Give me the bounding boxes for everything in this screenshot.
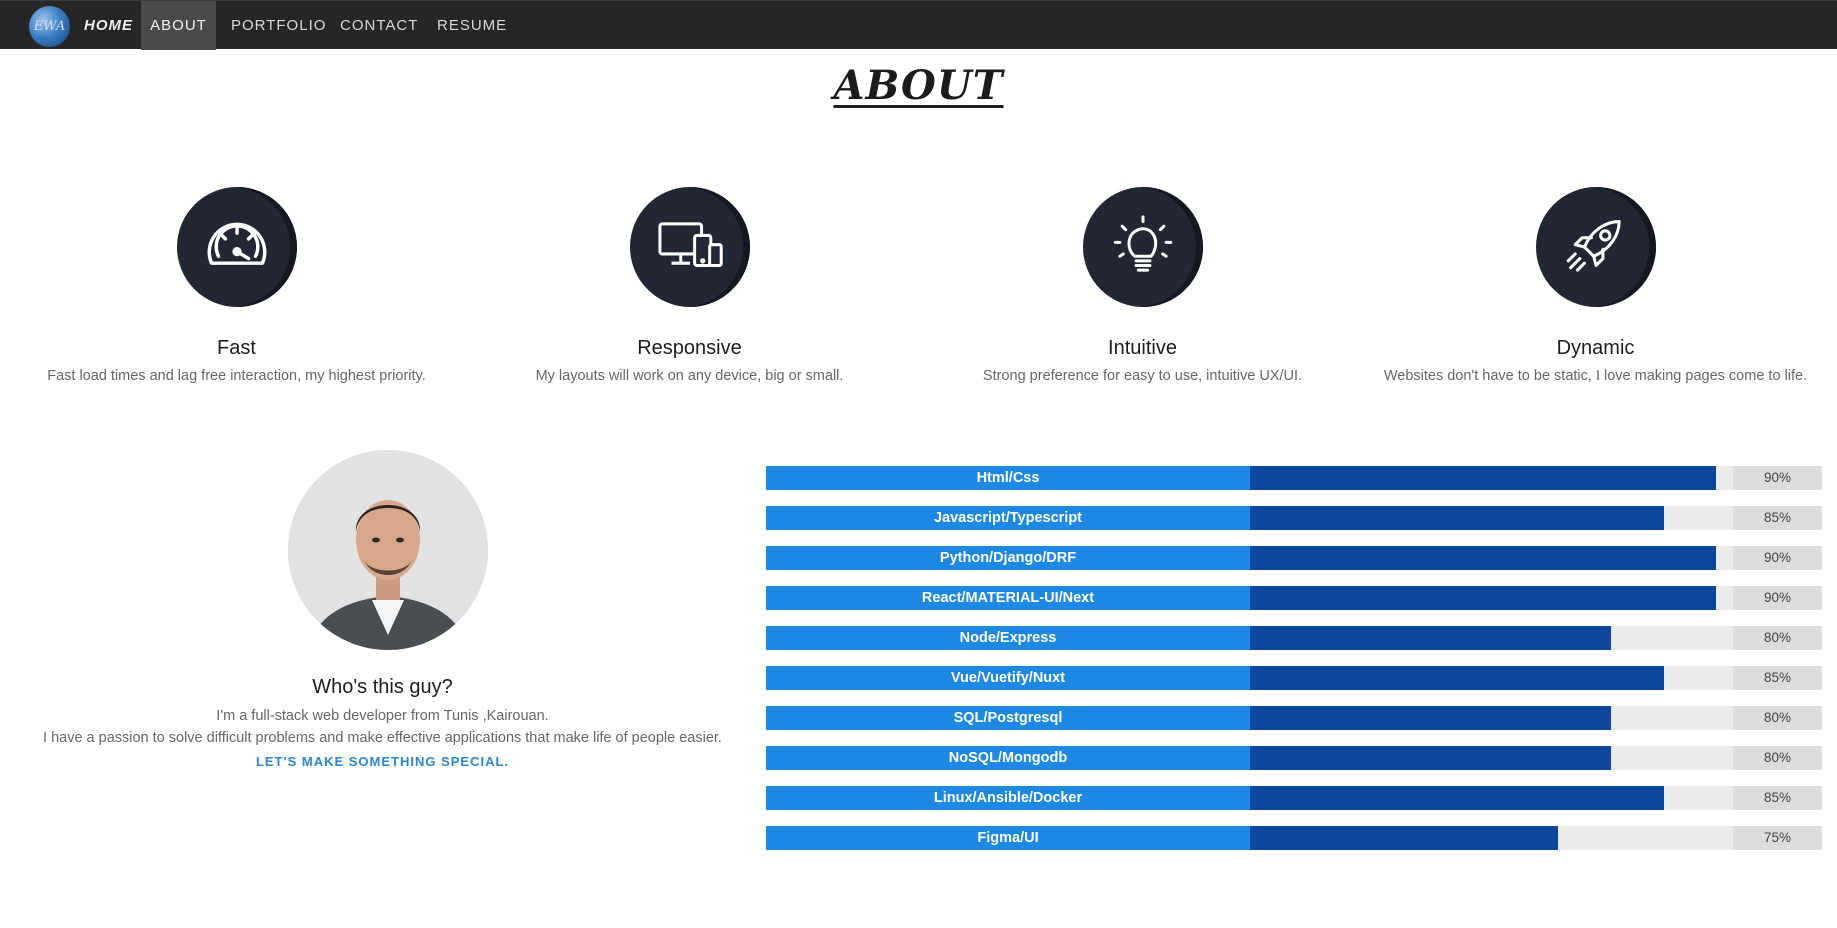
skill-bar-node: Node/Express 80%: [766, 626, 1822, 650]
skill-percent: 85%: [1733, 666, 1822, 690]
skill-percent: 85%: [1733, 506, 1822, 530]
profile-photo: [288, 450, 488, 650]
skill-percent: 75%: [1733, 826, 1822, 850]
nav-portfolio[interactable]: PORTFOLIO: [231, 1, 326, 50]
section-title: ABOUT: [833, 62, 1004, 109]
feature-dynamic: Dynamic Websites don't have to be static…: [1369, 187, 1822, 385]
skill-percent: 90%: [1733, 586, 1822, 610]
skill-label: SQL/Postgresql: [766, 706, 1250, 730]
skill-percent: 85%: [1733, 786, 1822, 810]
skill-percent: 90%: [1733, 546, 1822, 570]
skill-bar-nosql: NoSQL/Mongodb 80%: [766, 746, 1822, 770]
skill-fill: [1250, 666, 1664, 690]
feature-responsive: Responsive My layouts will work on any d…: [463, 187, 916, 385]
speedometer-icon: [176, 187, 297, 307]
skill-label: Html/Css: [766, 466, 1250, 490]
skill-percent: 80%: [1733, 706, 1822, 730]
skill-label: NoSQL/Mongodb: [766, 746, 1250, 770]
top-navbar: EWA HOME ABOUT PORTFOLIO CONTACT RESUME: [0, 0, 1837, 50]
lightbulb-icon: [1082, 187, 1203, 307]
cta-link[interactable]: LET'S MAKE SOMETHING SPECIAL.: [30, 754, 735, 769]
feature-description: Websites don't have to be static, I love…: [1383, 368, 1808, 384]
skill-label: Linux/Ansible/Docker: [766, 786, 1250, 810]
skill-label: Javascript/Typescript: [766, 506, 1250, 530]
nav-contact[interactable]: CONTACT: [340, 1, 418, 50]
skill-percent: 80%: [1733, 746, 1822, 770]
skill-bar-javascript: Javascript/Typescript 85%: [766, 506, 1822, 530]
skill-label: Figma/UI: [766, 826, 1250, 850]
devices-icon: [629, 187, 750, 307]
rocket-icon: [1535, 187, 1656, 307]
skill-bar-python: Python/Django/DRF 90%: [766, 546, 1822, 570]
feature-title: Dynamic: [1556, 337, 1635, 359]
site-logo[interactable]: EWA: [29, 6, 70, 47]
skill-fill: [1250, 466, 1717, 490]
feature-description: Fast load times and lag free interaction…: [47, 368, 426, 384]
skill-bar-html-css: Html/Css 90%: [766, 466, 1822, 490]
skill-bar-figma: Figma/UI 75%: [766, 826, 1822, 850]
skill-label: Vue/Vuetify/Nuxt: [766, 666, 1250, 690]
skill-bar-vue: Vue/Vuetify/Nuxt 85%: [766, 666, 1822, 690]
feature-fast: Fast Fast load times and lag free intera…: [10, 187, 463, 385]
skill-label: Node/Express: [766, 626, 1250, 650]
skill-fill: [1250, 706, 1611, 730]
feature-description: My layouts will work on any device, big …: [535, 368, 844, 384]
skill-label: React/MATERIAL-UI/Next: [766, 586, 1250, 610]
skill-fill: [1250, 506, 1664, 530]
about-heading: Who's this guy?: [312, 676, 453, 698]
skill-bar-sql: SQL/Postgresql 80%: [766, 706, 1822, 730]
nav-resume[interactable]: RESUME: [437, 1, 507, 50]
skill-percent: 90%: [1733, 466, 1822, 490]
bio-line-2: I have a passion to solve difficult prob…: [43, 730, 722, 746]
skill-fill: [1250, 626, 1611, 650]
feature-title: Intuitive: [1108, 337, 1177, 359]
skill-fill: [1250, 586, 1717, 610]
skill-bar-react: React/MATERIAL-UI/Next 90%: [766, 586, 1822, 610]
feature-title: Fast: [217, 337, 256, 359]
skill-fill: [1250, 826, 1558, 850]
nav-about[interactable]: ABOUT: [141, 1, 216, 50]
skill-fill: [1250, 786, 1664, 810]
skill-percent: 80%: [1733, 626, 1822, 650]
skill-fill: [1250, 746, 1611, 770]
feature-intuitive: Intuitive Strong preference for easy to …: [916, 187, 1369, 385]
feature-title: Responsive: [637, 337, 742, 359]
bio-line-1: I'm a full-stack web developer from Tuni…: [216, 708, 549, 724]
skill-fill: [1250, 546, 1717, 570]
feature-description: Strong preference for easy to use, intui…: [982, 368, 1303, 384]
nav-home[interactable]: HOME: [84, 1, 133, 50]
skill-bar-linux: Linux/Ansible/Docker 85%: [766, 786, 1822, 810]
skill-label: Python/Django/DRF: [766, 546, 1250, 570]
